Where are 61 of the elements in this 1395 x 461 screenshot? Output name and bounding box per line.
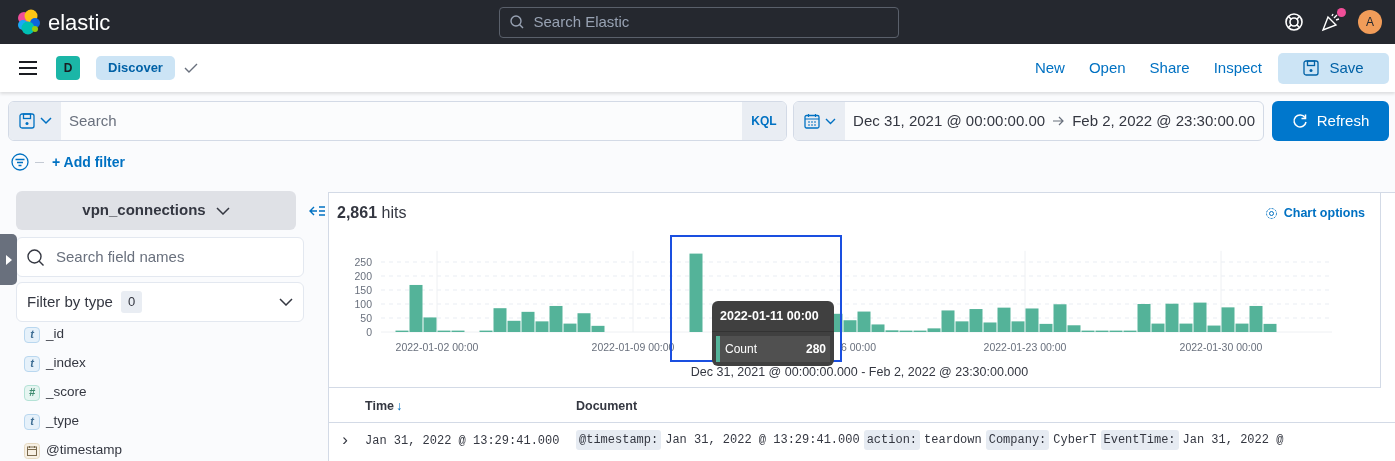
- start-date[interactable]: Dec 31, 2021 @ 00:00:00.00: [845, 102, 1054, 140]
- field-search[interactable]: Search field names: [16, 237, 304, 277]
- breadcrumb[interactable]: Discover: [96, 56, 175, 80]
- search-input[interactable]: Search Elastic: [531, 9, 888, 35]
- date-picker[interactable]: Dec 31, 2021 @ 00:00:00.00 Feb 2, 2022 @ 23:30:00.00: [793, 101, 1264, 141]
- y-axis-label: 100: [354, 297, 372, 310]
- menu-link[interactable]: Inspect: [1213, 56, 1262, 80]
- brand-name: elastic: [48, 8, 111, 37]
- y-axis-label: 250: [354, 255, 372, 268]
- string-type-icon: t: [24, 326, 40, 343]
- language-button[interactable]: KQL: [742, 102, 786, 140]
- x-axis-label: 6 00:00: [841, 341, 877, 353]
- string-type-icon: t: [24, 355, 40, 372]
- field-value: Jan 31, 2022 @: [1182, 432, 1284, 449]
- hits-count: 2,861 hits: [337, 203, 407, 223]
- column-header[interactable]: Document: [576, 396, 638, 416]
- chart-options-link[interactable]: Chart options: [1264, 203, 1365, 223]
- menu-link[interactable]: Share: [1149, 56, 1190, 80]
- menu-link[interactable]: New: [1034, 56, 1065, 80]
- y-axis-label: 200: [354, 269, 372, 282]
- field-key: EventTime:: [1100, 430, 1179, 450]
- field-name[interactable]: _score: [46, 382, 87, 403]
- space-avatar[interactable]: D: [56, 56, 80, 80]
- count-badge: 0: [120, 291, 143, 313]
- type-filter-dropdown[interactable]: Filter by type 0: [16, 282, 304, 322]
- field-key: action:: [863, 430, 921, 450]
- menu-link[interactable]: Open: [1088, 56, 1126, 80]
- number-type-icon: #: [24, 384, 40, 401]
- user-avatar[interactable]: A: [1358, 10, 1382, 34]
- time-range-label: Dec 31, 2021 @ 00:00:00.000 - Feb 2, 2022 @ 23:30:00.000: [689, 364, 1030, 381]
- field-value: teardown: [924, 432, 982, 449]
- dropdown-label: Filter by type: [27, 291, 113, 312]
- expand-row-button[interactable]: ›: [339, 427, 351, 453]
- tooltip-value: 280: [805, 340, 826, 358]
- string-type-icon: t: [24, 413, 40, 430]
- x-axis-label: 2022-01-30 00:00: [1179, 341, 1263, 353]
- field-key: @timestamp:: [576, 430, 662, 450]
- y-axis-label: 150: [354, 283, 372, 296]
- x-axis-label: 2022-01-23 00:00: [983, 341, 1067, 353]
- field-name[interactable]: @timestamp: [46, 440, 122, 461]
- y-axis-label: 50: [360, 311, 372, 324]
- field-value: Jan 31, 2022 @ 13:29:41.000: [665, 432, 860, 449]
- index-pattern-button[interactable]: vpn_connections: [16, 191, 296, 230]
- column-header[interactable]: Time: [365, 396, 394, 416]
- field-name[interactable]: _index: [46, 353, 86, 374]
- end-date[interactable]: Feb 2, 2022 @ 23:30:00.00: [1064, 102, 1263, 140]
- sort-arrow-icon[interactable]: ↓: [395, 396, 403, 416]
- field-key: Company:: [985, 430, 1050, 450]
- field-name[interactable]: _type: [46, 411, 80, 432]
- tooltip-label: Count: [725, 340, 758, 358]
- y-axis-label: 0: [366, 325, 372, 338]
- x-axis-label: 2022-01-02 00:00: [395, 341, 479, 353]
- tooltip-title: 2022-01-11 00:00: [712, 301, 834, 332]
- field-name[interactable]: _id: [46, 324, 64, 345]
- save-button[interactable]: Save: [1278, 52, 1389, 84]
- refresh-button[interactable]: Refresh: [1272, 101, 1389, 141]
- search-field[interactable]: Search Elastic: [498, 6, 899, 38]
- add-filter-link[interactable]: + Add filter: [52, 151, 125, 173]
- time-cell: Jan 31, 2022 @ 13:29:41.000: [365, 433, 560, 448]
- query-field[interactable]: Search KQL: [8, 101, 787, 141]
- field-value: CyberT: [1053, 432, 1097, 449]
